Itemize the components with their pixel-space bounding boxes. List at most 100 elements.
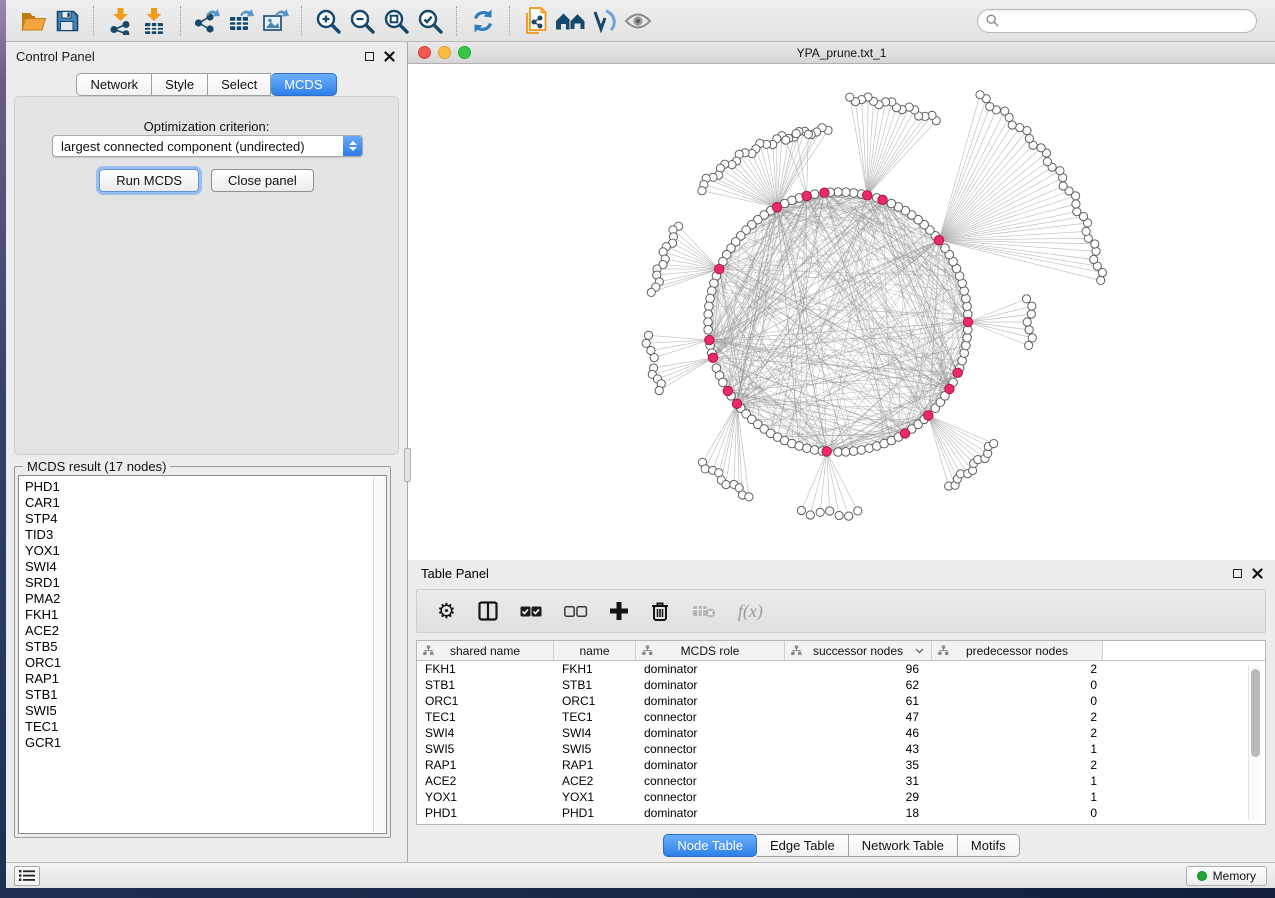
- zoom-out-button[interactable]: [345, 4, 379, 38]
- cell-shared-name[interactable]: RAP1: [417, 758, 554, 772]
- network-fan-edge[interactable]: [939, 217, 1084, 241]
- task-history-button[interactable]: [14, 866, 40, 886]
- network-node[interactable]: [962, 294, 971, 303]
- network-leaf-node[interactable]: [1056, 167, 1064, 175]
- network-node[interactable]: [705, 302, 714, 311]
- network-leaf-node[interactable]: [1001, 107, 1009, 115]
- network-leaf-node[interactable]: [816, 508, 824, 516]
- network-leaf-node[interactable]: [826, 507, 834, 515]
- network-leaf-node[interactable]: [1023, 318, 1031, 326]
- network-fan-edge[interactable]: [705, 404, 737, 469]
- tab-select[interactable]: Select: [208, 73, 271, 96]
- network-edge[interactable]: [737, 200, 883, 404]
- network-fan-edge[interactable]: [867, 110, 914, 195]
- network-hub-node[interactable]: [945, 384, 954, 393]
- cell-mcds-role[interactable]: dominator: [636, 806, 785, 820]
- cell-shared-name[interactable]: FKH1: [417, 662, 554, 676]
- network-hub-node[interactable]: [934, 236, 943, 245]
- cell-name[interactable]: TEC1: [554, 710, 636, 724]
- mcds-result-item[interactable]: SWI5: [25, 703, 386, 719]
- network-hub-node[interactable]: [822, 447, 831, 456]
- run-mcds-button[interactable]: Run MCDS: [99, 169, 199, 192]
- import-table-button[interactable]: [137, 4, 171, 38]
- mcds-result-item[interactable]: TEC1: [25, 719, 386, 735]
- network-fan-edge[interactable]: [939, 240, 1097, 266]
- network-leaf-node[interactable]: [804, 130, 812, 138]
- network-fan-edge[interactable]: [939, 95, 980, 240]
- network-fan-edge[interactable]: [939, 139, 1029, 241]
- table-settings-button[interactable]: ⚙: [437, 601, 456, 622]
- tab-edge-table[interactable]: Edge Table: [757, 834, 849, 857]
- tab-motifs[interactable]: Motifs: [958, 834, 1020, 857]
- mcds-result-item[interactable]: TID3: [25, 527, 386, 543]
- network-graph[interactable]: [408, 64, 1275, 560]
- memory-button[interactable]: Memory: [1186, 866, 1267, 886]
- cell-name[interactable]: FKH1: [554, 662, 636, 676]
- cell-shared-name[interactable]: STB1: [417, 678, 554, 692]
- cell-name[interactable]: YOX1: [554, 790, 636, 804]
- network-leaf-node[interactable]: [1090, 255, 1098, 263]
- network-leaf-node[interactable]: [650, 354, 658, 362]
- network-leaf-node[interactable]: [792, 130, 800, 138]
- network-leaf-node[interactable]: [986, 103, 994, 111]
- cell-name[interactable]: RAP1: [554, 758, 636, 772]
- network-hub-node[interactable]: [900, 429, 909, 438]
- network-fan-edge[interactable]: [703, 404, 738, 463]
- unselect-all-button[interactable]: [564, 606, 588, 617]
- cell-successor-nodes[interactable]: 47: [785, 710, 932, 724]
- mcds-result-item[interactable]: RAP1: [25, 671, 386, 687]
- network-leaf-node[interactable]: [1037, 144, 1045, 152]
- float-panel-icon[interactable]: [1233, 569, 1242, 578]
- column-header-predecessor-nodes[interactable]: predecessor nodes: [932, 641, 1103, 660]
- cell-name[interactable]: ORC1: [554, 694, 636, 708]
- tab-network-table[interactable]: Network Table: [849, 834, 958, 857]
- network-leaf-node[interactable]: [806, 511, 814, 519]
- network-leaf-node[interactable]: [845, 512, 853, 520]
- mcds-result-scrollbar[interactable]: [373, 477, 385, 832]
- network-node[interactable]: [704, 326, 713, 335]
- cell-predecessor-nodes[interactable]: 2: [932, 662, 1103, 676]
- table-scrollbar-thumb[interactable]: [1251, 669, 1260, 757]
- table-row[interactable]: RAP1RAP1dominator352: [417, 757, 1265, 773]
- mcds-result-item[interactable]: ACE2: [25, 623, 386, 639]
- network-hub-node[interactable]: [878, 195, 887, 204]
- column-header-successor-nodes[interactable]: successor nodes: [785, 641, 932, 660]
- search-field[interactable]: [977, 9, 1257, 33]
- network-node[interactable]: [963, 333, 972, 342]
- network-fan-edge[interactable]: [673, 230, 719, 269]
- mcds-result-item[interactable]: STB1: [25, 687, 386, 703]
- cell-successor-nodes[interactable]: 31: [785, 774, 932, 788]
- network-fan-edge[interactable]: [939, 186, 1063, 240]
- cell-predecessor-nodes[interactable]: 1: [932, 742, 1103, 756]
- network-hub-node[interactable]: [708, 353, 717, 362]
- column-header-name[interactable]: name: [554, 641, 636, 660]
- add-column-button[interactable]: [610, 602, 628, 620]
- network-node[interactable]: [963, 302, 972, 311]
- cell-predecessor-nodes[interactable]: 0: [932, 678, 1103, 692]
- network-leaf-node[interactable]: [782, 136, 790, 144]
- save-session-button[interactable]: [50, 4, 84, 38]
- cell-predecessor-nodes[interactable]: 2: [932, 726, 1103, 740]
- network-node[interactable]: [849, 189, 858, 198]
- cell-successor-nodes[interactable]: 46: [785, 726, 932, 740]
- split-divider-handle[interactable]: [404, 448, 411, 482]
- network-fan-edge[interactable]: [928, 416, 972, 471]
- network-leaf-node[interactable]: [1008, 121, 1016, 129]
- network-node[interactable]: [719, 378, 728, 387]
- network-leaf-node[interactable]: [835, 511, 843, 519]
- network-fan-edge[interactable]: [827, 452, 858, 511]
- cell-predecessor-nodes[interactable]: 0: [932, 806, 1103, 820]
- network-leaf-node[interactable]: [1025, 135, 1033, 143]
- network-leaf-node[interactable]: [642, 339, 650, 347]
- network-fan-edge[interactable]: [737, 404, 743, 495]
- network-hub-node[interactable]: [705, 335, 714, 344]
- home-button[interactable]: [553, 4, 587, 38]
- network-node[interactable]: [706, 294, 715, 303]
- network-fan-edge[interactable]: [939, 111, 1005, 240]
- network-fan-edge[interactable]: [713, 404, 737, 471]
- table-row[interactable]: SWI4SWI4dominator462: [417, 725, 1265, 741]
- network-canvas[interactable]: [408, 64, 1275, 560]
- mcds-result-item[interactable]: SRD1: [25, 575, 386, 591]
- table-row[interactable]: SWI5SWI5connector431: [417, 741, 1265, 757]
- mcds-result-item[interactable]: ORC1: [25, 655, 386, 671]
